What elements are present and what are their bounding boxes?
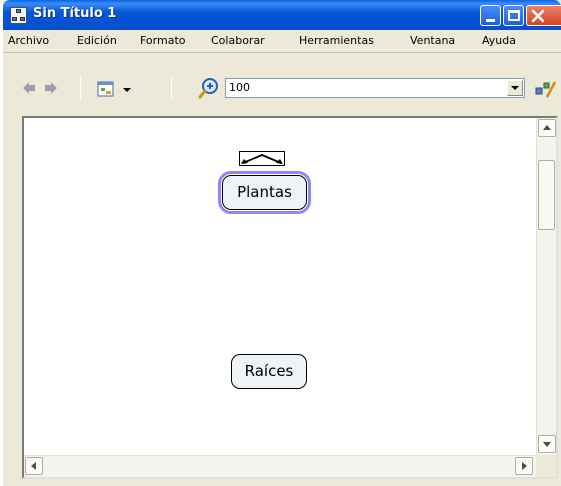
chevron-down-icon [543, 442, 551, 447]
chevron-right-icon [522, 462, 527, 470]
link-drag-handle[interactable] [239, 151, 285, 166]
cmap-app-icon [10, 7, 27, 24]
scroll-right-button[interactable] [515, 457, 533, 475]
extra-tools-icon[interactable] [535, 79, 557, 99]
view-menu-icon [97, 81, 114, 97]
menu-archivo[interactable]: Archivo [8, 34, 49, 47]
back-arrow-icon[interactable] [22, 81, 36, 95]
menu-ayuda[interactable]: Ayuda [482, 34, 516, 47]
link-arrows-icon [241, 154, 283, 164]
concept-map-canvas-frame: Plantas Raíces [22, 116, 558, 479]
chevron-down-icon [123, 88, 131, 92]
concept-label: Raíces [244, 362, 294, 380]
zoom-combobox[interactable]: 100 [225, 78, 525, 98]
vertical-scrollbar[interactable] [536, 118, 556, 455]
scroll-down-button[interactable] [538, 435, 556, 453]
horizontal-scrollbar[interactable] [24, 455, 536, 477]
menu-colaborar[interactable]: Colaborar [211, 34, 265, 47]
zoom-icon[interactable] [198, 77, 220, 99]
minimize-button[interactable] [480, 5, 501, 26]
vertical-scroll-thumb[interactable] [538, 160, 555, 230]
maximize-icon [508, 10, 520, 21]
concept-node-plantas[interactable]: Plantas [218, 171, 311, 214]
maximize-button[interactable] [503, 5, 524, 26]
toolbar-separator [171, 77, 172, 99]
app-window: Sin Título 1 Archivo Edición Formato Col… [3, 0, 561, 486]
menu-herramientas[interactable]: Herramientas [299, 34, 374, 47]
forward-arrow-icon[interactable] [44, 81, 58, 95]
zoom-value: 100 [229, 81, 250, 94]
chevron-down-icon [511, 86, 519, 90]
minimize-icon [486, 19, 495, 22]
close-button[interactable] [526, 5, 561, 26]
window-title: Sin Título 1 [33, 6, 117, 21]
view-menu-button[interactable] [96, 79, 136, 99]
toolbar: 100 [3, 53, 561, 116]
zoom-dropdown-button[interactable] [507, 80, 523, 96]
scroll-left-button[interactable] [25, 457, 43, 475]
menu-bar: Archivo Edición Formato Colaborar Herram… [3, 30, 561, 52]
menu-ventana[interactable]: Ventana [410, 34, 455, 47]
close-icon [531, 9, 545, 23]
chevron-up-icon [543, 125, 551, 130]
menu-formato[interactable]: Formato [140, 34, 186, 47]
title-bar[interactable]: Sin Título 1 [3, 0, 561, 30]
toolbar-separator [80, 77, 81, 99]
concept-map-canvas[interactable]: Plantas Raíces [24, 118, 536, 455]
concept-node-raices[interactable]: Raíces [231, 354, 307, 389]
chevron-left-icon [31, 462, 36, 470]
scroll-up-button[interactable] [538, 119, 556, 137]
concept-label: Plantas [237, 183, 292, 201]
menu-edicion[interactable]: Edición [77, 34, 117, 47]
scrollbar-corner [536, 455, 556, 477]
